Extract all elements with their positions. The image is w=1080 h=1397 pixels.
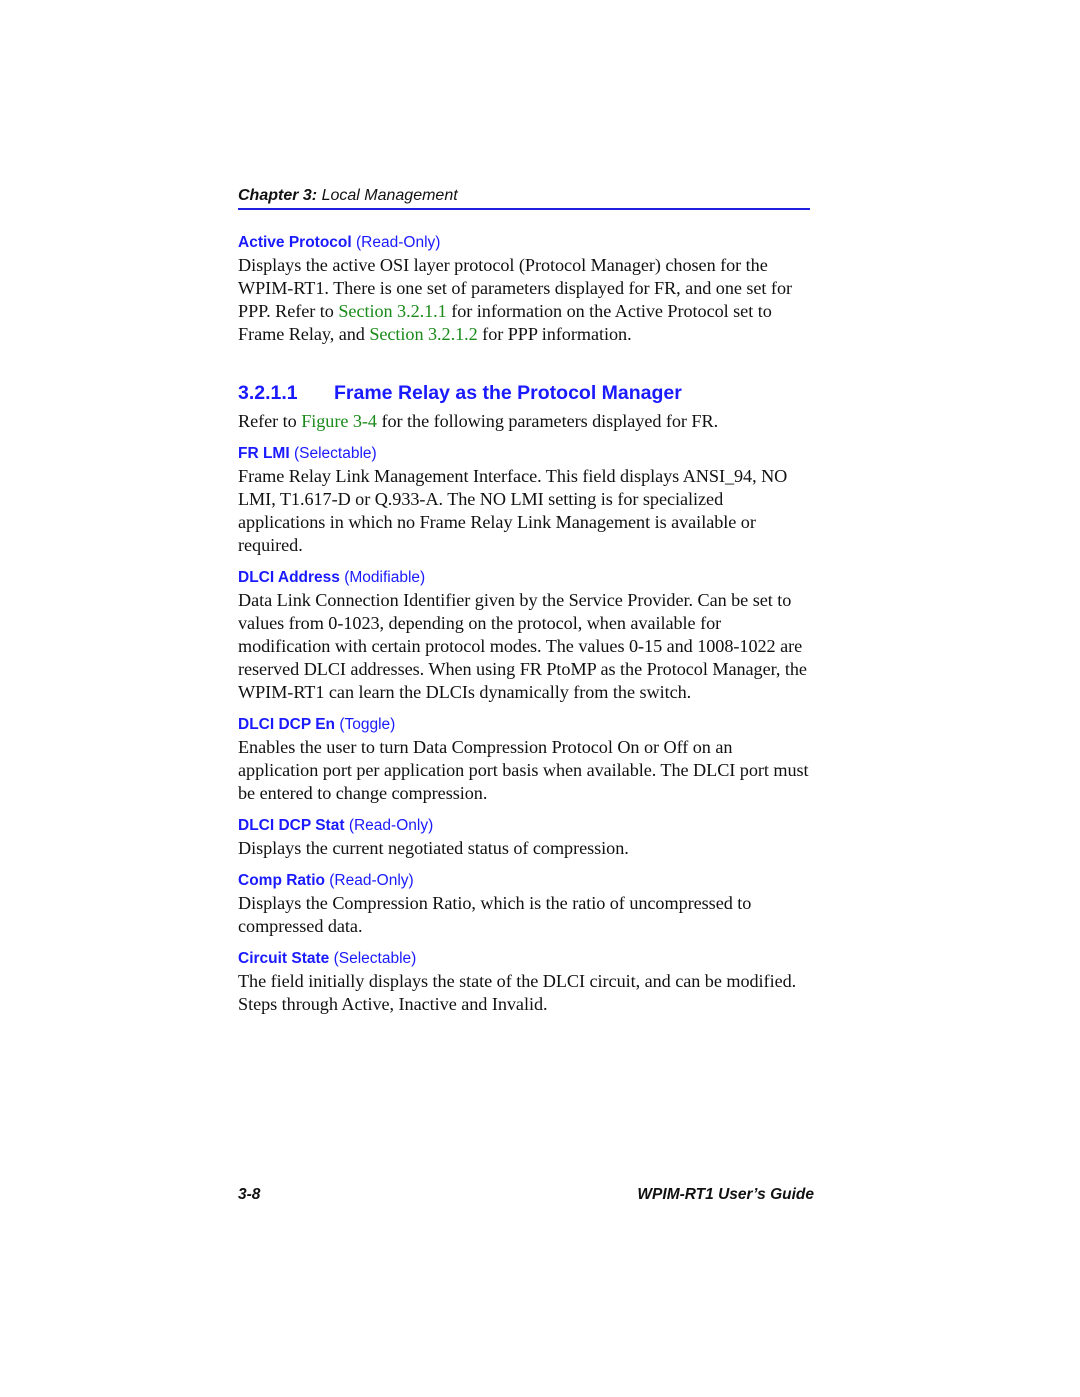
section-intro: Refer to Figure 3-4 for the following pa… [238, 410, 810, 433]
param-dlci-dcp-en: DLCI DCP En (Toggle) Enables the user to… [238, 714, 810, 805]
section-number: 3.2.1.1 [238, 382, 298, 404]
param-name: Comp Ratio [238, 872, 325, 889]
param-name: DLCI DCP En [238, 716, 336, 733]
param-access: (Selectable) [289, 445, 377, 462]
chapter-label: Chapter 3: [238, 187, 318, 204]
param-access: (Read-Only) [344, 817, 434, 834]
header-rule [238, 208, 810, 210]
param-access: (Selectable) [329, 950, 417, 967]
running-header: Chapter 3: Local Management [238, 186, 810, 206]
chapter-title: Local Management [317, 187, 458, 204]
guide-title: WPIM-RT1 User’s Guide [637, 1186, 814, 1203]
param-description: Displays the Compression Ratio, which is… [238, 893, 752, 936]
content: Active Protocol (Read-Only) Displays the… [238, 232, 810, 1016]
figure-link-3-4[interactable]: Figure 3-4 [301, 411, 377, 431]
text-run: for PPP information. [477, 324, 632, 344]
param-heading: DLCI DCP En (Toggle) [238, 714, 810, 736]
param-name: Active Protocol [238, 234, 352, 251]
text-run: Refer to [238, 411, 302, 431]
param-description: Enables the user to turn Data Compressio… [238, 737, 809, 803]
section-heading: 3.2.1.1 Frame Relay as the Protocol Mana… [238, 380, 810, 406]
param-description: The field initially displays the state o… [238, 971, 797, 1014]
param-comp-ratio: Comp Ratio (Read-Only) Displays the Comp… [238, 870, 810, 938]
param-heading: Comp Ratio (Read-Only) [238, 870, 810, 892]
param-description: Displays the active OSI layer protocol (… [238, 254, 810, 346]
param-name: DLCI DCP Stat [238, 817, 345, 834]
param-name: DLCI Address [238, 569, 340, 586]
param-dlci-dcp-stat: DLCI DCP Stat (Read-Only) Displays the c… [238, 815, 810, 860]
param-heading: DLCI DCP Stat (Read-Only) [238, 815, 810, 837]
param-name: FR LMI [238, 445, 290, 462]
running-footer: 3-8 WPIM-RT1 User’s Guide [238, 1186, 814, 1204]
param-description: Frame Relay Link Management Interface. T… [238, 466, 788, 555]
page-number: 3-8 [238, 1186, 261, 1203]
param-access: (Read-Only) [324, 872, 414, 889]
param-heading: Circuit State (Selectable) [238, 948, 810, 970]
param-description: Displays the current negotiated status o… [238, 838, 629, 858]
param-circuit-state: Circuit State (Selectable) The field ini… [238, 948, 810, 1016]
param-description: Data Link Connection Identifier given by… [238, 590, 807, 702]
param-heading: FR LMI (Selectable) [238, 443, 810, 465]
text-run: for the following parameters displayed f… [376, 411, 719, 431]
section-link-3-2-1-2[interactable]: Section 3.2.1.2 [369, 324, 477, 344]
param-fr-lmi: FR LMI (Selectable) Frame Relay Link Man… [238, 443, 810, 557]
param-heading: DLCI Address (Modifiable) [238, 567, 810, 589]
section-title: Frame Relay as the Protocol Manager [334, 382, 682, 404]
param-dlci-address: DLCI Address (Modifiable) Data Link Conn… [238, 567, 810, 704]
param-access: (Toggle) [335, 716, 396, 733]
param-active-protocol: Active Protocol (Read-Only) Displays the… [238, 232, 810, 346]
param-heading: Active Protocol (Read-Only) [238, 232, 810, 254]
param-access: (Modifiable) [339, 569, 426, 586]
section-link-3-2-1-1[interactable]: Section 3.2.1.1 [338, 301, 446, 321]
param-name: Circuit State [238, 950, 330, 967]
param-access: (Read-Only) [351, 234, 441, 251]
